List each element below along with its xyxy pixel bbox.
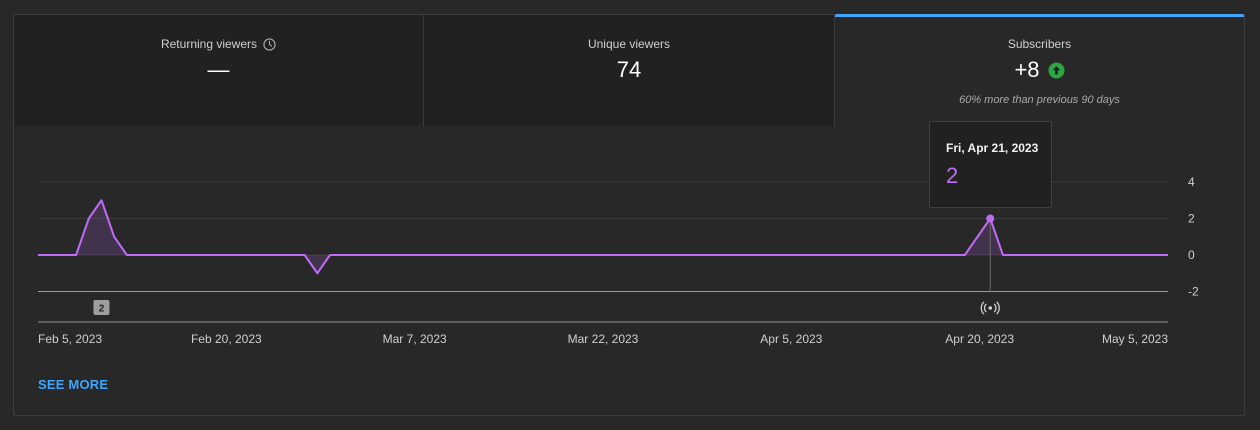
see-more-link[interactable]: SEE MORE	[38, 377, 108, 392]
x-tick-label: Feb 5, 2023	[38, 332, 102, 346]
live-broadcast-icon	[988, 306, 993, 310]
series-area	[38, 200, 1168, 274]
x-tick-label: Mar 7, 2023	[383, 332, 447, 346]
chart-area: 4 2 0 -2 Feb 5, 2023 Feb 20, 2023 Mar 7, 2023 M…	[0, 0, 1260, 430]
broadcast-wave	[993, 303, 997, 313]
y-tick-label: 4	[1188, 175, 1195, 189]
y-tick-label: -2	[1188, 285, 1199, 299]
series-line	[38, 199, 1168, 275]
highlight-point	[986, 214, 995, 223]
broadcast-wave	[980, 301, 985, 315]
broadcast-wave	[983, 303, 987, 313]
x-tick-label: Feb 20, 2023	[191, 332, 262, 346]
x-tick-label: Apr 5, 2023	[760, 332, 822, 346]
tooltip-date: Fri, Apr 21, 2023	[946, 141, 1039, 155]
subscribers-chart[interactable]: 4 2 0 -2 Feb 5, 2023 Feb 20, 2023 Mar 7, 2023 M…	[0, 0, 1260, 430]
chart-tooltip: Fri, Apr 21, 2023 2	[929, 121, 1052, 208]
y-tick-label: 2	[1188, 212, 1195, 226]
tooltip-value: 2	[946, 163, 959, 188]
broadcast-wave	[996, 301, 1000, 315]
y-tick-label: 0	[1188, 248, 1195, 262]
x-tick-label: Mar 22, 2023	[568, 332, 639, 346]
x-tick-label: Apr 20, 2023	[945, 332, 1014, 346]
marker-badge-label: 2	[99, 304, 105, 315]
x-tick-label: May 5, 2023	[1102, 332, 1168, 346]
